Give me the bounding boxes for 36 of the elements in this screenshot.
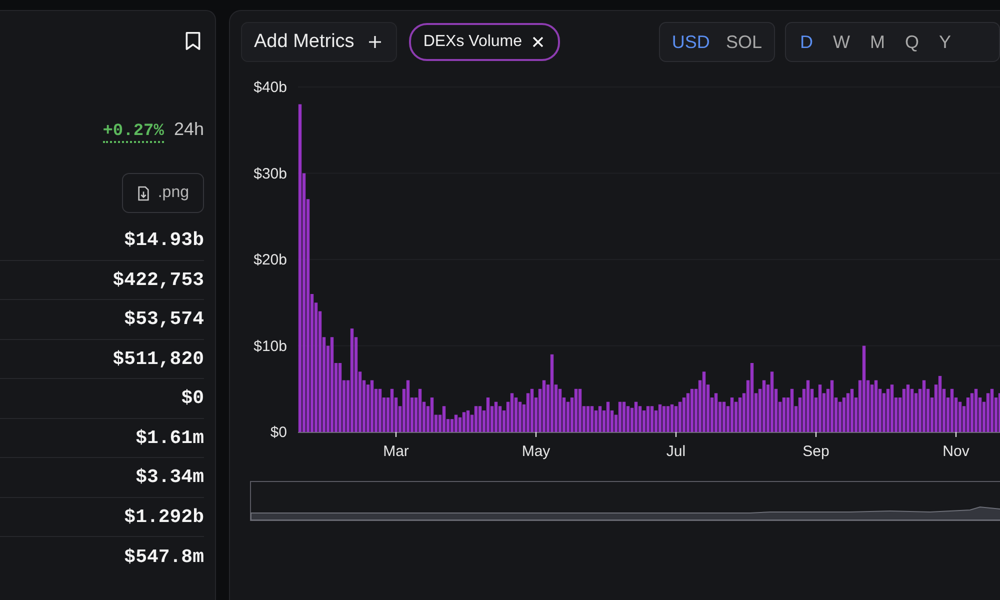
stat-value: $511,820 (112, 348, 204, 370)
x-axis-label: Mar (383, 443, 409, 460)
interval-option[interactable]: Q (896, 32, 927, 52)
interval-option[interactable]: Y (930, 32, 959, 52)
interval-option[interactable]: W (824, 32, 858, 52)
plus-icon (368, 35, 382, 49)
add-metrics-button[interactable]: Add Metrics (241, 22, 398, 62)
change-percent: +0.27% (102, 122, 164, 143)
close-icon[interactable] (532, 36, 544, 48)
currency-option[interactable]: SOL (720, 32, 768, 52)
y-axis-label: $20b (254, 252, 287, 268)
stat-value: $422,753 (112, 268, 204, 291)
x-axis-label: Jul (666, 443, 686, 460)
stat-value: $0 (181, 387, 204, 410)
interval-option[interactable]: M (862, 32, 893, 52)
currency-option[interactable]: USD (666, 32, 716, 52)
stat-value: $3.34m (136, 466, 204, 488)
file-download-icon (136, 186, 150, 200)
interval-option[interactable]: D (792, 32, 821, 52)
y-axis-label: $0 (270, 424, 287, 441)
change-period: 24h (174, 119, 204, 140)
y-axis-label: $10b (254, 338, 287, 355)
stat-value: $1.61m (136, 426, 204, 449)
x-axis-label: Sep (802, 443, 830, 460)
range-slider[interactable] (250, 481, 1000, 522)
y-axis-label: $40b (254, 79, 287, 96)
stat-value: $1.292b (124, 506, 204, 528)
y-axis-label: $30b (254, 165, 287, 182)
stat-value: $53,574 (124, 308, 204, 330)
x-axis-label: Nov (942, 443, 970, 460)
x-axis-label: May (522, 443, 550, 460)
stat-value: $14.93b (124, 229, 204, 252)
bookmark-icon[interactable] (184, 31, 202, 51)
metric-chip[interactable]: DEXs Volume (409, 23, 560, 61)
stat-value: $547.8m (124, 546, 204, 568)
export-png-button[interactable]: .png (122, 173, 204, 213)
